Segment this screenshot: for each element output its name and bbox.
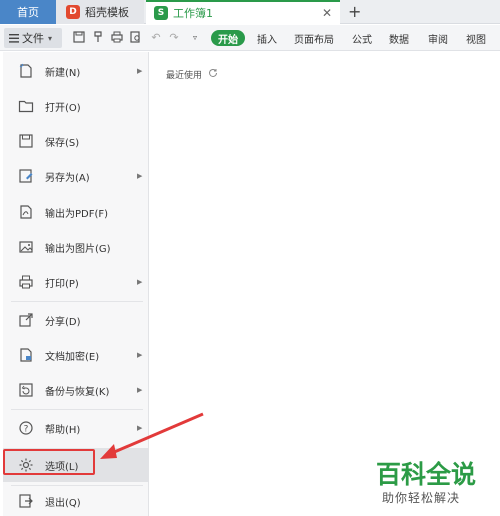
- tab-data[interactable]: 数据: [389, 31, 409, 46]
- menu-item-help-label: 帮助(H): [45, 424, 81, 436]
- recent-section: 最近使用: [166, 68, 218, 81]
- menu-item-print[interactable]: 打印(P) ▶: [3, 267, 149, 297]
- exit-icon: [17, 492, 35, 510]
- tab-start[interactable]: 开始: [211, 30, 245, 46]
- menu-item-exit-label: 退出(Q): [45, 497, 81, 509]
- menu-item-save-label: 保存(S): [45, 137, 80, 149]
- add-tab-icon[interactable]: +: [348, 2, 361, 21]
- file-menu-label: 文件: [22, 32, 44, 45]
- watermark-title: 百科全说: [376, 460, 477, 489]
- menu-item-exit[interactable]: 退出(Q): [3, 486, 149, 516]
- tab-home-label: 首页: [17, 6, 39, 19]
- menu-item-save[interactable]: 保存(S): [3, 126, 149, 156]
- chevron-right-icon: ▶: [137, 386, 143, 394]
- pdf-icon: [17, 203, 35, 221]
- save-toolbar-icon[interactable]: [72, 30, 86, 44]
- menu-item-encrypt-label: 文档加密(E): [45, 351, 100, 363]
- undo-icon[interactable]: ↶: [149, 30, 163, 44]
- highlight-box: [3, 449, 95, 475]
- tab-insert[interactable]: 插入: [257, 31, 277, 46]
- hamburger-icon: [9, 33, 19, 43]
- tab-template[interactable]: D 稻壳模板: [56, 0, 144, 24]
- tab-workbook[interactable]: S 工作簿1 ✕: [146, 0, 340, 24]
- chevron-down-icon: ▾: [48, 33, 53, 43]
- tab-formulas[interactable]: 公式: [352, 31, 372, 46]
- watermark-subtitle: 助你轻松解决: [382, 491, 461, 505]
- tab-bar: 首页 D 稻壳模板 S 工作簿1 ✕ +: [0, 0, 500, 24]
- save-icon: [17, 132, 35, 150]
- lock-doc-icon: [17, 346, 35, 364]
- chevron-right-icon: ▶: [137, 424, 143, 432]
- backup-icon: [17, 381, 35, 399]
- tab-page-layout[interactable]: 页面布局: [294, 31, 334, 46]
- folder-icon: [17, 97, 35, 115]
- tab-home[interactable]: 首页: [0, 0, 56, 24]
- menu-divider: [11, 301, 143, 302]
- menu-item-export-pdf[interactable]: 输出为PDF(F): [3, 197, 149, 227]
- menu-item-print-label: 打印(P): [45, 278, 79, 290]
- refresh-icon[interactable]: [208, 68, 218, 81]
- menu-item-export-image-label: 输出为图片(G): [45, 243, 111, 255]
- file-menu-button[interactable]: 文件 ▾: [4, 28, 62, 48]
- share-icon: [17, 311, 35, 329]
- menu-divider: [11, 409, 143, 410]
- tab-review[interactable]: 审阅: [428, 31, 448, 46]
- tab-view[interactable]: 视图: [466, 31, 486, 46]
- chevron-right-icon: ▶: [137, 67, 143, 75]
- spreadsheet-icon: S: [154, 6, 168, 20]
- menu-item-new[interactable]: 新建(N) ▶: [3, 56, 149, 86]
- menu-item-save-as[interactable]: 另存为(A) ▶: [3, 161, 149, 191]
- save-as-icon: [17, 167, 35, 185]
- menu-item-export-pdf-label: 输出为PDF(F): [45, 208, 109, 220]
- menu-item-backup-label: 备份与恢复(K): [45, 386, 110, 398]
- toolbar: 文件 ▾ ↶ ↷ ▿ 开始 插入 页面布局 公式 数据 审阅 视图: [0, 25, 500, 51]
- menu-item-help[interactable]: ? 帮助(H) ▶: [3, 413, 149, 443]
- svg-text:?: ?: [24, 425, 29, 435]
- menu-item-open[interactable]: 打开(O): [3, 91, 149, 121]
- close-icon[interactable]: ✕: [322, 6, 332, 20]
- file-menu-panel: 新建(N) ▶ 打开(O) 保存(S) 另存为(A) ▶ 输出为PDF(F) 输…: [3, 52, 149, 516]
- menu-item-encrypt[interactable]: 文档加密(E) ▶: [3, 340, 149, 370]
- menu-item-export-image[interactable]: 输出为图片(G): [3, 232, 149, 262]
- chevron-right-icon: ▶: [137, 172, 143, 180]
- print-toolbar-icon[interactable]: [110, 30, 124, 44]
- chevron-right-icon: ▶: [137, 351, 143, 359]
- print-icon: [17, 273, 35, 291]
- menu-item-open-label: 打开(O): [45, 102, 81, 114]
- tab-workbook-label: 工作簿1: [173, 7, 213, 20]
- menu-item-share-label: 分享(D): [45, 316, 81, 328]
- tab-template-label: 稻壳模板: [85, 6, 129, 19]
- format-painter-icon[interactable]: [91, 30, 105, 44]
- help-icon: ?: [17, 419, 35, 437]
- menu-item-save-as-label: 另存为(A): [45, 172, 90, 184]
- menu-item-new-label: 新建(N): [45, 67, 81, 79]
- image-icon: [17, 238, 35, 256]
- quick-access-dropdown-icon[interactable]: ▿: [188, 30, 202, 44]
- new-doc-icon: [17, 62, 35, 80]
- menu-item-share[interactable]: 分享(D): [3, 305, 149, 335]
- chevron-right-icon: ▶: [137, 278, 143, 286]
- docer-icon: D: [66, 5, 80, 19]
- redo-icon[interactable]: ↷: [167, 30, 181, 44]
- menu-item-backup[interactable]: 备份与恢复(K) ▶: [3, 375, 149, 405]
- recent-label: 最近使用: [166, 71, 203, 81]
- print-preview-icon[interactable]: [129, 30, 143, 44]
